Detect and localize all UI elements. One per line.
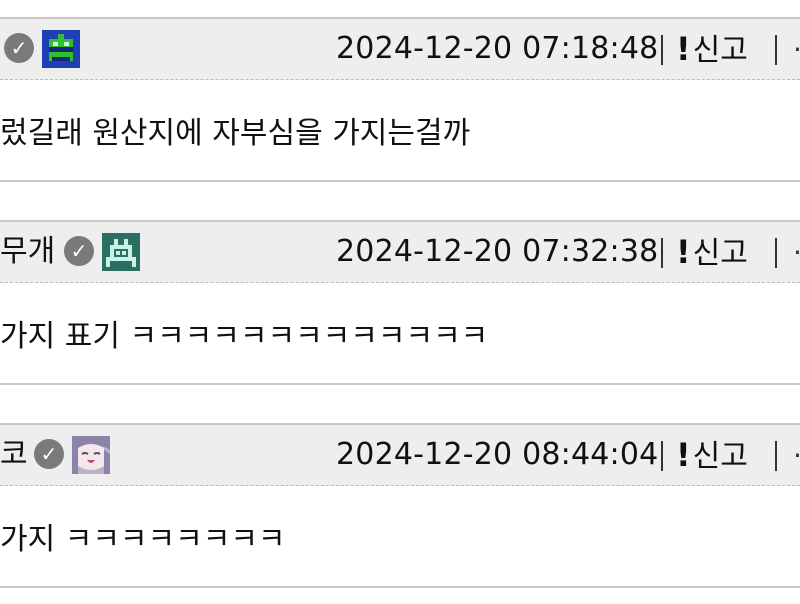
- comment-body: 가지 표기 ㅋㅋㅋㅋㅋㅋㅋㅋㅋㅋㅋㅋㅋ: [0, 283, 800, 385]
- separator: [661, 238, 663, 268]
- comment-timestamp: 2024-12-20 07:32:38: [336, 234, 659, 269]
- comment-body: 렀길래 원산지에 자부심을 가지는걸까: [0, 80, 800, 182]
- report-label: 신고: [692, 236, 748, 271]
- comment-text: 렀길래 원산지에 자부심을 가지는걸까: [0, 116, 471, 151]
- avatar[interactable]: [42, 30, 80, 68]
- more-icon[interactable]: ·: [793, 443, 800, 469]
- warning-icon: !: [676, 436, 691, 474]
- comment-timestamp: 2024-12-20 07:18:48: [336, 31, 659, 66]
- report-label: 신고: [692, 439, 748, 474]
- comment-nickname[interactable]: 코: [0, 438, 28, 472]
- comment-item: 코 ✓ 2024-12-20 08:44:04 !신고 · 가지 ㅋㅋㅋㅋㅋㅋㅋ…: [0, 423, 800, 588]
- comment-item: 무개 ✓ 2024-12-20 07:32:38 !신고 ·: [0, 220, 800, 385]
- verified-icon: ✓: [34, 439, 64, 469]
- verified-icon: ✓: [4, 33, 34, 63]
- comment-text: 가지 ㅋㅋㅋㅋㅋㅋㅋㅋ: [0, 522, 286, 557]
- avatar[interactable]: [102, 233, 140, 271]
- comment-header: 코 ✓ 2024-12-20 08:44:04 !신고 ·: [0, 423, 800, 486]
- comment-nickname[interactable]: 무개: [0, 235, 55, 269]
- comment-timestamp: 2024-12-20 08:44:04: [336, 437, 659, 472]
- report-button[interactable]: !신고: [676, 234, 748, 272]
- separator: [775, 35, 777, 65]
- report-button[interactable]: !신고: [676, 31, 748, 69]
- comment-body: 가지 ㅋㅋㅋㅋㅋㅋㅋㅋ: [0, 486, 800, 588]
- more-icon[interactable]: ·: [793, 240, 800, 266]
- more-icon[interactable]: ·: [793, 37, 800, 63]
- report-button[interactable]: !신고: [676, 437, 748, 475]
- comment-text: 가지 표기 ㅋㅋㅋㅋㅋㅋㅋㅋㅋㅋㅋㅋㅋ: [0, 319, 489, 354]
- avatar[interactable]: [72, 436, 110, 474]
- separator: [775, 441, 777, 471]
- comment-header: ✓ 2024-12-20 07:18:48 !신고 ·: [0, 17, 800, 80]
- separator: [661, 35, 663, 65]
- comment-header: 무개 ✓ 2024-12-20 07:32:38 !신고 ·: [0, 220, 800, 283]
- separator: [661, 441, 663, 471]
- report-label: 신고: [692, 33, 748, 68]
- comment-item: ✓ 2024-12-20 07:18:48 !신고 · 렀길래 원산지에 자부심…: [0, 17, 800, 182]
- verified-icon: ✓: [64, 236, 94, 266]
- warning-icon: !: [676, 233, 691, 271]
- separator: [775, 238, 777, 268]
- warning-icon: !: [676, 30, 691, 68]
